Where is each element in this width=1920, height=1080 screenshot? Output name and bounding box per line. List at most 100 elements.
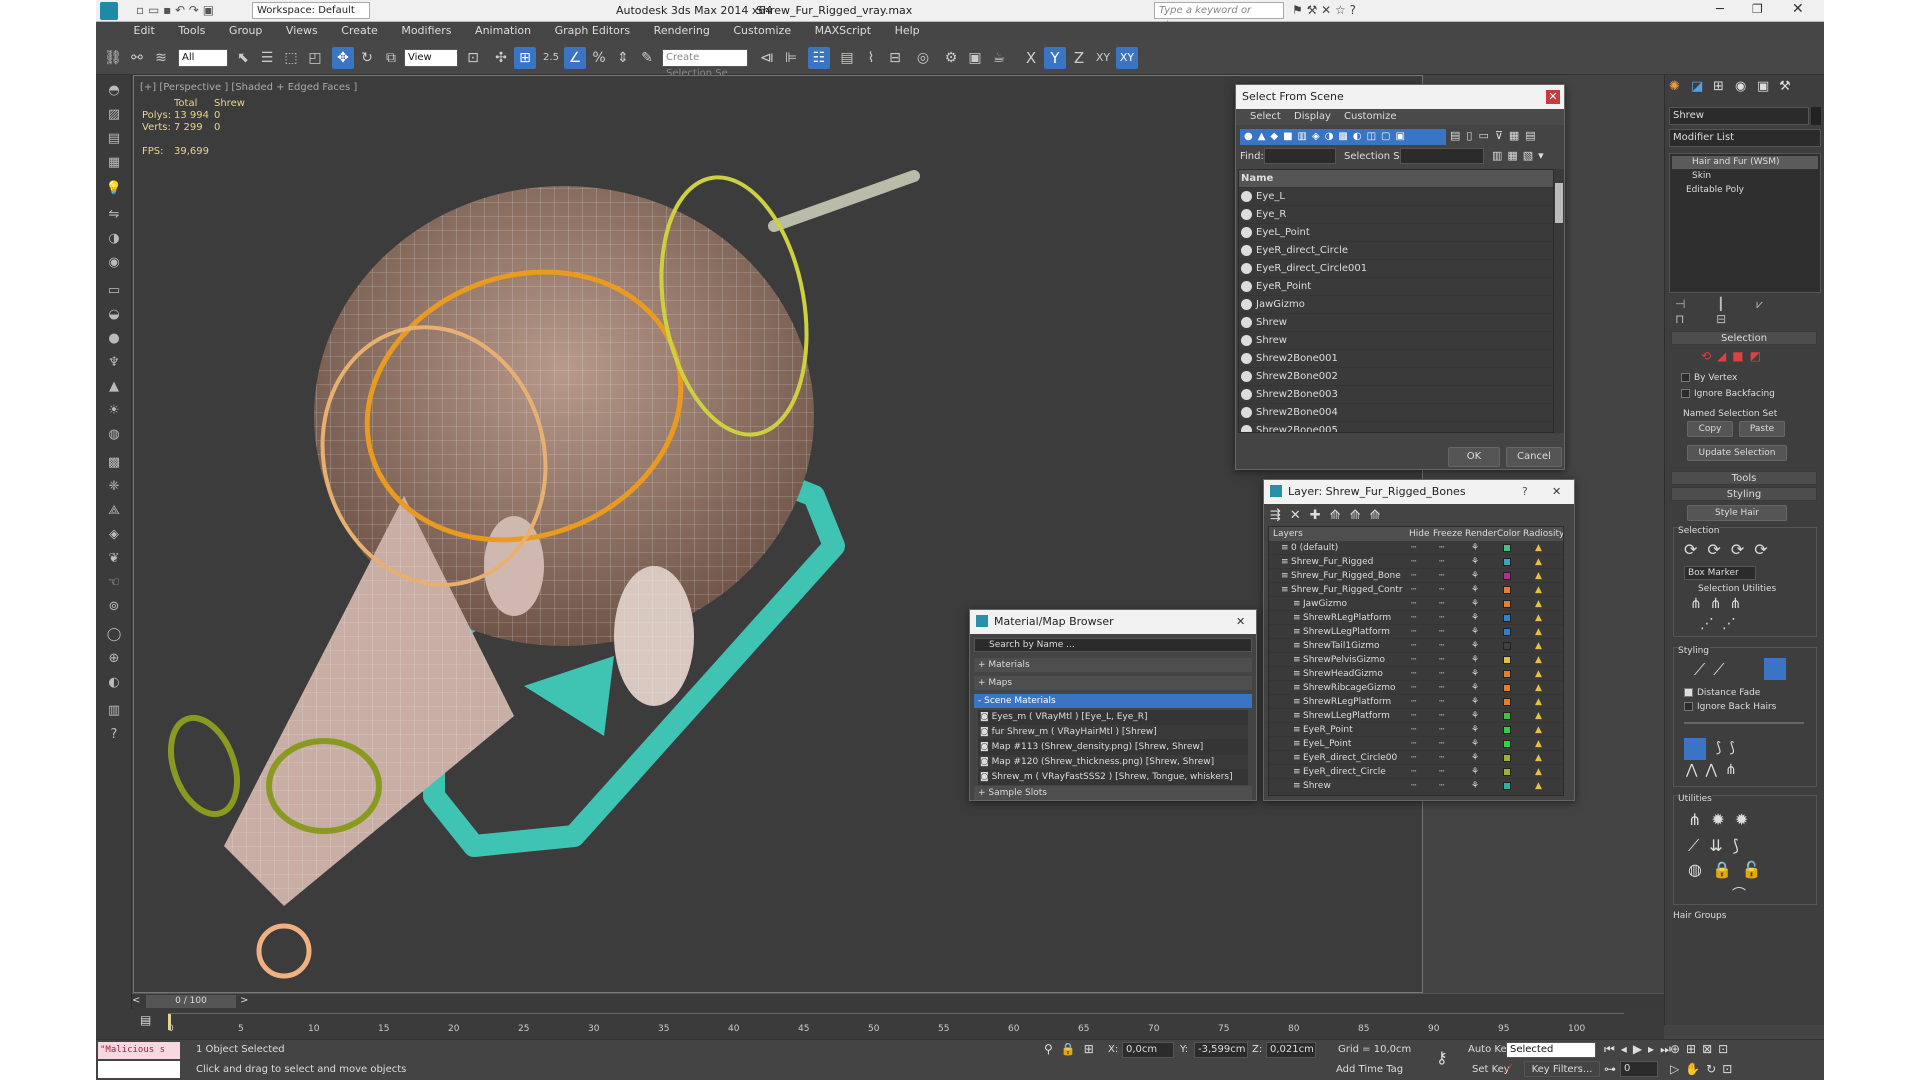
leaf-icon[interactable]: ❦ — [103, 549, 125, 569]
time-slider-thumb[interactable]: 0 / 100 — [146, 995, 236, 1008]
radiosity-toggle[interactable]: ▲ — [1535, 597, 1542, 610]
select-menu-display[interactable]: Display — [1294, 111, 1331, 122]
freeze-toggle[interactable]: ┄ — [1439, 583, 1444, 596]
radiosity-toggle[interactable]: ▲ — [1535, 751, 1542, 764]
sheet-icon[interactable]: ▤ — [103, 129, 125, 149]
copy-button[interactable]: Copy — [1687, 421, 1733, 437]
layer-row[interactable]: Shrew_Fur_Rigged_Contr ≡ ┄ ┄ ⚘ ▲ — [1269, 583, 1563, 597]
key-mode-icon[interactable]: ⊶ — [1604, 1062, 1616, 1076]
page-icon[interactable]: ▥ — [103, 701, 125, 721]
layer-row[interactable]: ShrewRLegPlatform ≡ ┄ ┄ ⚘ ▲ — [1269, 695, 1563, 709]
helper-icon[interactable]: ⟁ — [103, 501, 125, 521]
menu-views[interactable]: Views — [276, 22, 328, 37]
layer-row[interactable]: Shrew_Fur_Rigged_Bone ≡ ┄ ┄ ⚘ ▲ — [1269, 569, 1563, 583]
hair-groups-label[interactable]: Hair Groups — [1673, 911, 1726, 921]
freeze-toggle[interactable]: ┄ — [1439, 555, 1444, 568]
layer-color-swatch[interactable] — [1503, 572, 1511, 580]
key-icon[interactable]: ⚷ — [1436, 1048, 1448, 1067]
scene-object-row[interactable]: Eye_L — [1239, 188, 1553, 206]
freeze-toggle[interactable]: ┄ — [1439, 541, 1444, 554]
set-key-icon[interactable]: ⟋ — [1504, 1062, 1512, 1077]
hide-toggle[interactable]: ┄ — [1411, 569, 1416, 582]
render-toggle[interactable]: ⚘ — [1471, 667, 1479, 680]
freeze-toggle[interactable]: ┄ — [1439, 639, 1444, 652]
render-production-icon[interactable]: ☕ — [988, 47, 1010, 69]
quick-access-icons[interactable]: ▫ ▭ ▪ ↶ ↷ ▣ — [136, 3, 214, 17]
menu-tools[interactable]: Tools — [168, 22, 215, 37]
style-hair-button[interactable]: Style Hair — [1687, 505, 1787, 521]
radiosity-toggle[interactable]: ▲ — [1535, 737, 1542, 750]
radiosity-toggle[interactable]: ▲ — [1535, 695, 1542, 708]
menu-customize[interactable]: Customize — [723, 22, 801, 37]
layer-row[interactable]: Shrew_Fur_Rigged ≡ ┄ ┄ ⚘ ▲ — [1269, 555, 1563, 569]
axis-xy-cycle-button[interactable]: XY — [1116, 47, 1138, 69]
hide-toggle[interactable]: ┄ — [1411, 709, 1416, 722]
layer-color-swatch[interactable] — [1503, 684, 1511, 692]
scene-material-item[interactable]: ◙ Map #120 (Shrew_thickness.png) [Shrew,… — [978, 755, 1248, 770]
scene-object-row[interactable]: JawGizmo — [1239, 296, 1553, 314]
viewport-nav-icons-row1[interactable]: ⊕⊞⊠⊡ — [1670, 1042, 1734, 1056]
scene-list-scroll-thumb[interactable] — [1555, 183, 1563, 223]
freeze-toggle[interactable]: ┄ — [1439, 695, 1444, 708]
record-icon[interactable]: ⊚ — [103, 597, 125, 617]
layer-row[interactable]: JawGizmo ≡ ┄ ┄ ⚘ ▲ — [1269, 597, 1563, 611]
rendered-frame-icon[interactable]: ▣ — [964, 47, 986, 69]
hand-icon[interactable]: ☜ — [103, 573, 125, 593]
render-toggle[interactable]: ⚘ — [1471, 625, 1479, 638]
menu-create[interactable]: Create — [331, 22, 388, 37]
layer-color-swatch[interactable] — [1503, 740, 1511, 748]
render-icon[interactable]: ⊕ — [103, 649, 125, 669]
menu-maxscript[interactable]: MAXScript — [805, 22, 881, 37]
scene-object-row[interactable]: Shrew — [1239, 332, 1553, 350]
hide-toggle[interactable]: ┄ — [1411, 611, 1416, 624]
render-toggle[interactable]: ⚘ — [1471, 723, 1479, 736]
hide-toggle[interactable]: ┄ — [1411, 681, 1416, 694]
maximize-button[interactable]: ❐ — [1752, 2, 1763, 16]
minimize-button[interactable]: ─ — [1716, 2, 1724, 17]
hide-toggle[interactable]: ┄ — [1411, 555, 1416, 568]
key-filters-button[interactable]: Key Filters... — [1524, 1061, 1600, 1077]
scene-object-list[interactable]: Name Eye_L Eye_R EyeL_Point EyeR_direct_Cir… — [1238, 169, 1554, 433]
render-toggle[interactable]: ⚘ — [1471, 695, 1479, 708]
utility-icon-undo[interactable]: ⌒ — [1732, 884, 1746, 904]
hide-toggle[interactable]: ┄ — [1411, 779, 1416, 792]
hide-toggle[interactable]: ┄ — [1411, 737, 1416, 750]
radiosity-col-header[interactable]: Radiosity — [1523, 527, 1563, 541]
materials-section[interactable]: + Materials — [974, 658, 1252, 672]
scene-object-row[interactable]: Shrew2Bone003 — [1239, 386, 1553, 404]
layer-color-swatch[interactable] — [1503, 712, 1511, 720]
freeze-toggle[interactable]: ┄ — [1439, 667, 1444, 680]
layer-row[interactable]: Shrew ≡ ┄ ┄ ⚘ ▲ — [1269, 779, 1563, 793]
hide-toggle[interactable]: ┄ — [1411, 695, 1416, 708]
render-toggle[interactable]: ⚘ — [1471, 583, 1479, 596]
object-name-field[interactable]: Shrew — [1669, 107, 1809, 125]
hide-toggle[interactable]: ┄ — [1411, 667, 1416, 680]
styling-tool-icons[interactable]: ⟆⟆ — [1716, 740, 1743, 756]
hide-col-header[interactable]: Hide — [1409, 527, 1430, 541]
time-slider[interactable]: < 0 / 100 > — [132, 993, 1664, 1009]
freeze-toggle[interactable]: ┄ — [1439, 737, 1444, 750]
render-toggle[interactable]: ⚘ — [1471, 541, 1479, 554]
layer-help-icon[interactable]: ? — [1522, 480, 1528, 504]
percent-snap-icon[interactable]: % — [588, 47, 610, 69]
box-prim-icon[interactable]: ▭ — [103, 281, 125, 301]
render-setup-icon[interactable]: ⚙ — [940, 47, 962, 69]
key-mode-dropdown[interactable]: Selected — [1506, 1042, 1596, 1058]
freeze-toggle[interactable]: ┄ — [1439, 751, 1444, 764]
freeze-toggle[interactable]: ┄ — [1439, 653, 1444, 666]
coord-x-field[interactable]: 0,0cm — [1122, 1042, 1174, 1058]
angle-snap-icon[interactable]: ∠ — [564, 47, 586, 69]
hide-toggle[interactable]: ┄ — [1411, 639, 1416, 652]
comb-brush-icon[interactable] — [1764, 658, 1786, 680]
render-toggle[interactable]: ⚘ — [1471, 779, 1479, 792]
selection-set-icons[interactable]: ▥▦▧▾ — [1492, 149, 1549, 162]
add-time-tag[interactable]: Add Time Tag — [1336, 1064, 1403, 1075]
scene-render[interactable] — [134, 76, 1424, 994]
freeze-toggle[interactable]: ┄ — [1439, 723, 1444, 736]
sound-icon[interactable]: ◑ — [103, 229, 125, 249]
layer-color-swatch[interactable] — [1503, 782, 1511, 790]
bind-spacewarp-icon[interactable]: ≋ — [150, 47, 172, 69]
layer-row[interactable]: ShrewRibcageGizmo ≡ ┄ ┄ ⚘ ▲ — [1269, 681, 1563, 695]
coord-z-field[interactable]: 0,021cm — [1266, 1042, 1316, 1058]
scene-materials-section[interactable]: - Scene Materials — [974, 694, 1252, 708]
